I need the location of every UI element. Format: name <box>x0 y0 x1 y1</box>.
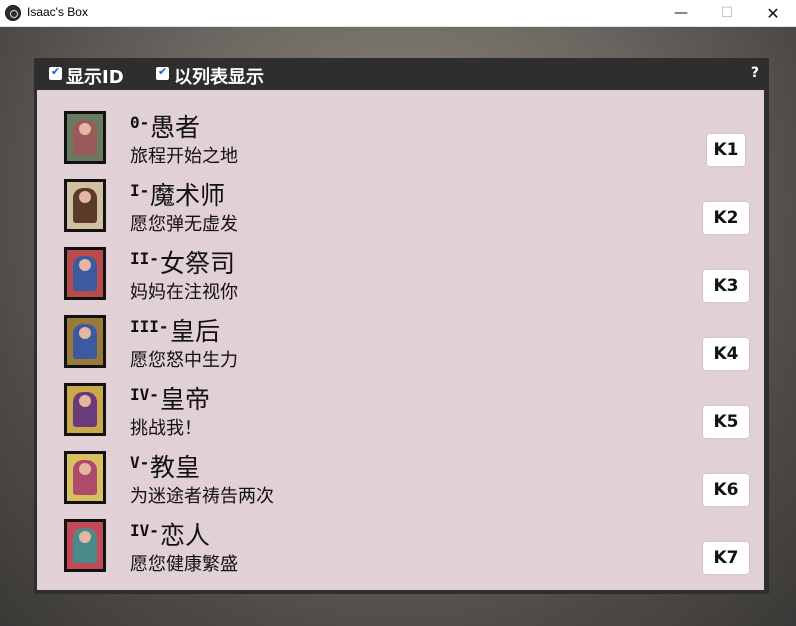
list-item[interactable]: II- 女祭司 妈妈在注视你 K3 <box>37 226 764 303</box>
card-number: IV- <box>130 521 159 540</box>
card-description: 愿您健康繁盛 <box>130 554 238 575</box>
list-item[interactable]: IV- 恋人愿您健康繁盛 K7 <box>37 498 764 575</box>
title-bar: Isaac's Box — ☐ ✕ <box>0 0 796 27</box>
card-number: II- <box>130 249 159 268</box>
tarot-card-icon <box>64 519 106 572</box>
card-number: 0- <box>130 113 150 132</box>
app-icon <box>5 5 21 21</box>
minimize-button[interactable]: — <box>658 0 704 27</box>
card-number: I- <box>130 181 150 200</box>
card-face-icon <box>79 191 91 203</box>
card-face-icon <box>79 395 91 407</box>
list-view-label[interactable]: 以列表显示 <box>174 63 264 89</box>
card-number: IV- <box>130 385 159 404</box>
hotkey-badge[interactable]: K7 <box>703 542 749 574</box>
tarot-card-icon <box>64 247 106 300</box>
panel-toolbar: 显示ID 以列表显示 ? <box>34 58 769 90</box>
tarot-card-icon <box>64 383 106 436</box>
card-face-icon <box>79 259 91 271</box>
maximize-button[interactable]: ☐ <box>704 0 750 27</box>
tarot-card-icon <box>64 179 106 232</box>
card-list[interactable]: 0- 愚者 旅程开始之地 K1 I- 魔术师 愿您弹无虚发 K2 II- 女祭司 妈妈在注视你 K3 I… <box>37 90 764 590</box>
card-name: 愚者 <box>150 113 201 142</box>
close-button[interactable]: ✕ <box>750 0 796 27</box>
card-name: 皇后 <box>170 317 221 346</box>
help-button[interactable]: ? <box>751 65 759 81</box>
card-face-icon <box>79 123 91 135</box>
card-name: 女祭司 <box>160 249 236 278</box>
tarot-card-icon <box>64 111 106 164</box>
card-name: 教皇 <box>150 453 201 482</box>
card-panel: 显示ID 以列表显示 ? 0-愚者旅程开始之地K1I-魔术师愿您弹无虚发K2II… <box>34 58 769 594</box>
card-name: 魔术师 <box>150 181 226 210</box>
card-name: 恋人 <box>160 521 211 550</box>
card-face-icon <box>79 327 91 339</box>
card-face-icon <box>79 531 91 543</box>
show-id-checkbox[interactable] <box>49 65 62 80</box>
list-item[interactable]: V- 教皇 为迷途者祷告两次 K6 <box>37 430 764 507</box>
tarot-card-icon <box>64 315 106 368</box>
card-number: III- <box>130 317 169 336</box>
list-item[interactable]: 0- 愚者 旅程开始之地 K1 <box>37 90 764 167</box>
tarot-card-icon <box>64 451 106 504</box>
list-item[interactable]: III- 皇后 愿您怒中生力 K4 <box>37 294 764 371</box>
card-name: 皇帝 <box>160 385 211 414</box>
list-item[interactable]: IV- 皇帝 挑战我！ K5 <box>37 362 764 439</box>
list-view-checkbox[interactable] <box>156 65 169 80</box>
list-item[interactable]: I- 魔术师 愿您弹无虚发 K2 <box>37 158 764 235</box>
window-title: Isaac's Box <box>27 5 88 19</box>
card-number: V- <box>130 453 150 472</box>
card-face-icon <box>79 463 91 475</box>
show-id-label[interactable]: 显示ID <box>66 63 124 89</box>
